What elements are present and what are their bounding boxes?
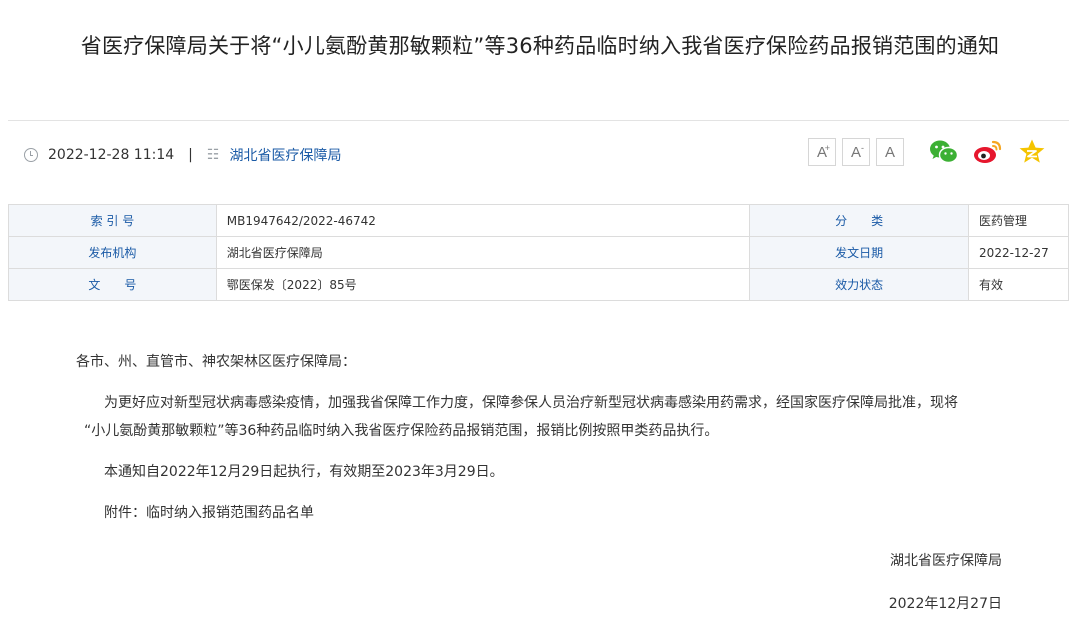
issuer-label: 发布机构	[8, 236, 217, 269]
table-row: 发布机构 湖北省医疗保障局 发文日期 2022-12-27	[8, 236, 1069, 269]
article-body: 各市、州、直管市、神农架林区医疗保障局： 为更好应对新型冠状病毒感染疫情，加强我…	[76, 348, 1016, 527]
sign-date: 2022年12月27日	[888, 596, 1002, 612]
category-label: 分 类	[749, 204, 970, 237]
font-size-controls: A + A- A	[808, 138, 904, 166]
doc-number-value: 鄂医保发〔2022〕85号	[215, 268, 751, 301]
issue-date-label: 发文日期	[749, 236, 970, 269]
table-row: 文 号 鄂医保发〔2022〕85号 效力状态 有效	[8, 268, 1069, 301]
paragraph-line: “小儿氨酚黄那敏颗粒”等36种药品临时纳入我省医疗保险药品报销范围，报销比例按照…	[84, 423, 719, 439]
paragraph-effective-date: 本通知自2022年12月29日起执行，有效期至2023年3月29日。	[104, 464, 504, 480]
qzone-icon[interactable]	[1016, 136, 1048, 168]
doc-number-label: 文 号	[8, 268, 217, 301]
publisher-link[interactable]: 湖北省医疗保障局	[229, 145, 341, 165]
signer: 湖北省医疗保障局	[890, 553, 1002, 569]
index-number-label: 索 引 号	[8, 204, 217, 237]
publish-datetime: 2022-12-28 11:14	[48, 147, 175, 163]
validity-label: 效力状态	[749, 268, 970, 301]
org-chart-icon: ☷	[206, 147, 220, 163]
font-smaller-button[interactable]: A-	[842, 138, 870, 166]
font-smaller-label: A	[850, 143, 861, 161]
font-larger-button[interactable]: A +	[808, 138, 836, 166]
category-value: 医药管理	[968, 204, 1069, 237]
font-default-label: A	[884, 143, 895, 161]
attachment-link[interactable]: 附件：临时纳入报销范围药品名单	[76, 499, 1016, 527]
index-number-value: MB1947642/2022-46742	[215, 204, 751, 237]
validity-value: 有效	[968, 268, 1069, 301]
weibo-icon[interactable]	[972, 136, 1004, 168]
plus-sign: +	[824, 143, 830, 153]
article-meta: 2022-12-28 11:14 | ☷ 湖北省医疗保障局	[24, 143, 341, 167]
meta-separator: |	[188, 147, 193, 163]
minus-sign: -	[861, 143, 864, 153]
salutation: 各市、州、直管市、神农架林区医疗保障局：	[76, 354, 356, 370]
wechat-icon[interactable]	[928, 136, 960, 168]
share-bar	[928, 136, 1048, 168]
clock-icon	[24, 148, 38, 162]
title-divider	[8, 120, 1069, 121]
font-default-button[interactable]: A	[876, 138, 904, 166]
page-title: 省医疗保障局关于将“小儿氨酚黄那敏颗粒”等36种药品临时纳入我省医疗保险药品报销…	[80, 34, 1000, 58]
issuer-value: 湖北省医疗保障局	[215, 236, 751, 269]
issue-date-value: 2022-12-27	[968, 236, 1069, 269]
table-row: 索 引 号 MB1947642/2022-46742 分 类 医药管理	[8, 204, 1069, 237]
paragraph-line: 为更好应对新型冠状病毒感染疫情，加强我省保障工作力度，保障参保人员治疗新型冠状病…	[104, 395, 958, 411]
document-info-table: 索 引 号 MB1947642/2022-46742 分 类 医药管理 发布机构…	[8, 204, 1069, 301]
